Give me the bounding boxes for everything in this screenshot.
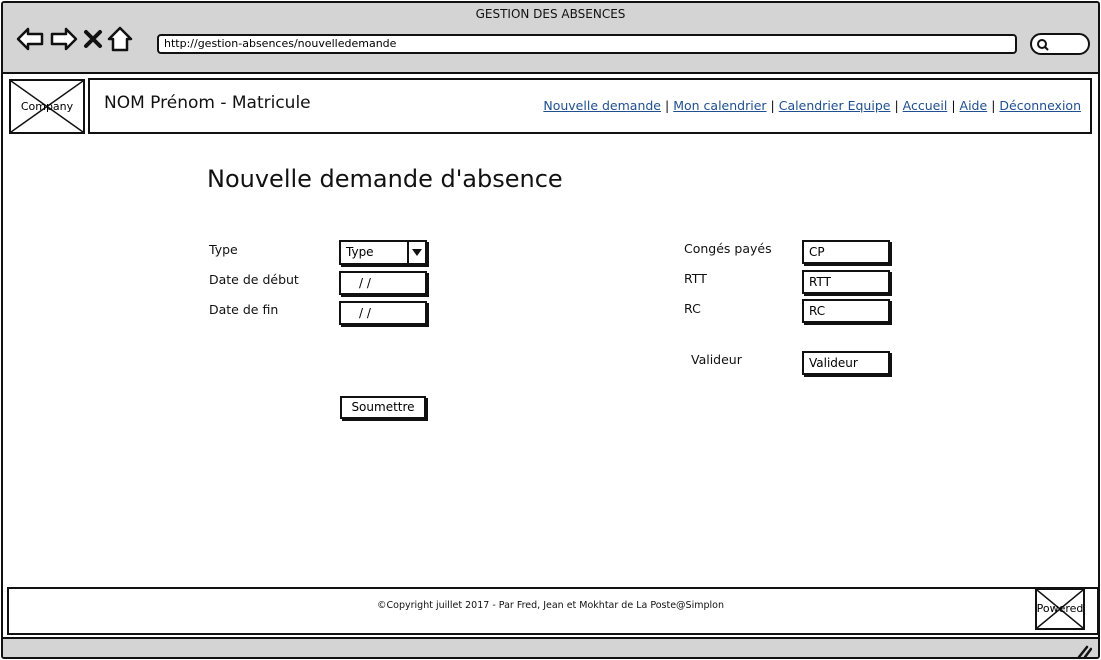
validator-label: Valideur <box>691 352 742 367</box>
nav-link-accueil[interactable]: Accueil <box>903 98 948 113</box>
rc-field[interactable]: RC <box>802 299 890 323</box>
page-footer <box>7 587 1098 635</box>
nav-separator: | <box>770 98 775 113</box>
nav-separator: | <box>665 98 670 113</box>
company-logo[interactable]: Company <box>9 79 85 134</box>
nav-link-calendrier-equipe[interactable]: Calendrier Equipe <box>779 98 891 113</box>
nav-link-deconnexion[interactable]: Déconnexion <box>999 98 1081 113</box>
type-select[interactable]: Type <box>339 240 427 265</box>
powered-label: Powered <box>1036 602 1084 615</box>
chevron-down-icon[interactable] <box>407 242 425 263</box>
cp-field[interactable]: CP <box>802 240 890 264</box>
close-icon[interactable] <box>83 26 103 52</box>
arrow-left-icon[interactable] <box>15 26 45 52</box>
logo-label: Company <box>20 100 74 113</box>
user-identity: NOM Prénom - Matricule <box>104 93 311 113</box>
nav-separator: | <box>894 98 899 113</box>
cp-label: Congés payés <box>684 241 772 256</box>
browser-search-field[interactable] <box>1030 33 1090 55</box>
nav-separator: | <box>991 98 996 113</box>
url-bar[interactable]: http://gestion-absences/nouvelledemande <box>157 34 1017 54</box>
arrow-right-icon[interactable] <box>49 26 79 52</box>
start-date-field[interactable]: / / <box>339 271 427 295</box>
resize-grip-icon[interactable] <box>1076 643 1093 657</box>
nav-icons <box>15 25 133 53</box>
start-date-label: Date de début <box>209 272 299 287</box>
browser-statusbar <box>3 637 1098 657</box>
top-nav: Nouvelle demande | Mon calendrier | Calendri… <box>543 98 1081 113</box>
copyright-text: ©Copyright juillet 2017 - Par Fred, Jean… <box>377 600 724 611</box>
rc-label: RC <box>684 301 701 316</box>
rtt-field[interactable]: RTT <box>802 270 890 294</box>
nav-link-nouvelle-demande[interactable]: Nouvelle demande <box>543 98 661 113</box>
end-date-label: Date de fin <box>209 302 279 317</box>
window-title: GESTION DES ABSENCES <box>475 7 626 21</box>
type-label: Type <box>209 242 238 257</box>
nav-link-mon-calendrier[interactable]: Mon calendrier <box>673 98 766 113</box>
page-title: Nouvelle demande d'absence <box>207 165 563 193</box>
home-icon[interactable] <box>107 25 133 53</box>
nav-link-aide[interactable]: Aide <box>960 98 988 113</box>
type-select-value: Type <box>346 245 374 259</box>
browser-titlebar: GESTION DES ABSENCES http://gestion-abse… <box>3 3 1098 74</box>
nav-separator: | <box>951 98 956 113</box>
validator-field[interactable]: Valideur <box>802 351 890 375</box>
powered-logo[interactable]: Powered <box>1035 588 1085 630</box>
end-date-field[interactable]: / / <box>339 301 427 325</box>
rtt-label: RTT <box>684 271 707 286</box>
submit-button[interactable]: Soumettre <box>340 396 426 419</box>
